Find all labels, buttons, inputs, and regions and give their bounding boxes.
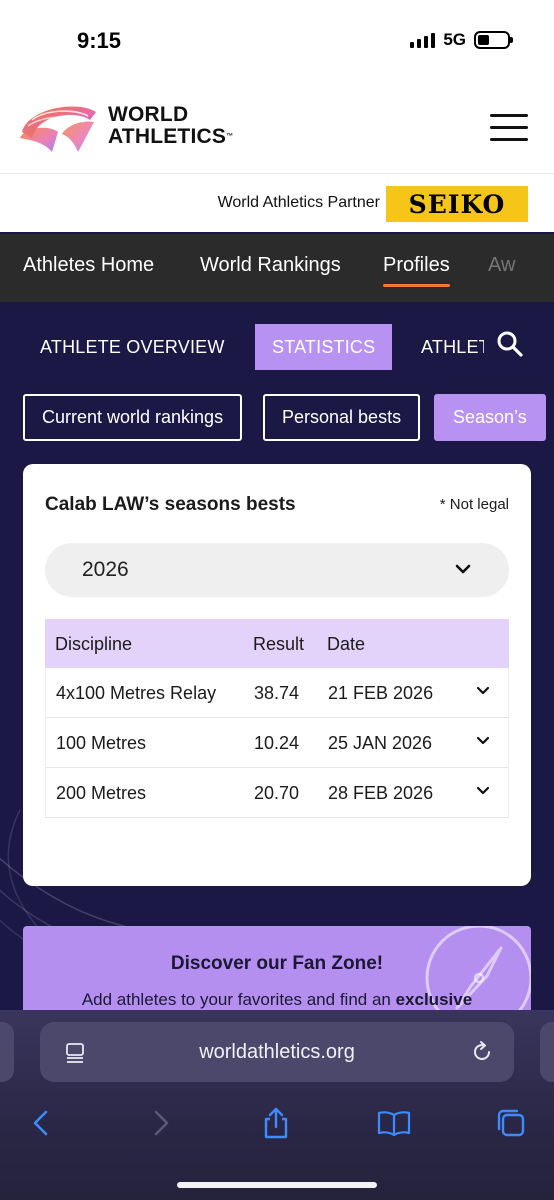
site-header: WORLD ATHLETICS™	[0, 82, 554, 174]
table-row[interactable]: 200 Metres 20.70 28 FEB 2026	[45, 768, 509, 818]
discipline-cell: 200 Metres	[56, 783, 147, 803]
year-value: 2026	[82, 558, 129, 581]
status-indicators: 5G	[410, 30, 513, 50]
tab-athlete-overview[interactable]: ATHLETE OVERVIEW	[23, 324, 242, 370]
address-bar[interactable]: worldathletics.org	[40, 1022, 514, 1082]
forward-icon	[154, 1110, 169, 1136]
card-title: Calab LAW’s seasons bests	[45, 494, 296, 515]
fan-zone-text-bold: exclusive	[395, 990, 473, 1009]
share-icon[interactable]	[259, 1106, 293, 1140]
chevron-down-icon	[455, 564, 471, 574]
status-bar: 9:15 5G	[0, 0, 554, 82]
next-tab-peek[interactable]	[540, 1022, 554, 1082]
back-icon[interactable]	[24, 1106, 58, 1140]
column-header-discipline: Discipline	[55, 634, 133, 654]
menu-hamburger-icon[interactable]	[490, 114, 528, 142]
year-dropdown[interactable]: 2026	[45, 543, 509, 597]
nav-profiles[interactable]: Profiles	[383, 254, 450, 287]
world-athletics-logo-icon[interactable]	[18, 98, 100, 154]
tabs-icon[interactable]	[494, 1106, 528, 1140]
seiko-logo[interactable]: SEIKO	[386, 186, 528, 222]
network-label: 5G	[443, 30, 466, 49]
nav-world-rankings[interactable]: World Rankings	[200, 254, 341, 277]
result-cell: 20.70	[254, 783, 300, 803]
date-cell: 28 FEB 2026	[328, 783, 434, 803]
result-cell: 10.24	[254, 733, 300, 753]
table-row[interactable]: 4x100 Metres Relay 38.74 21 FEB 2026	[45, 668, 509, 718]
result-cell: 38.74	[254, 683, 300, 703]
chevron-down-icon[interactable]	[476, 734, 490, 748]
partner-label: World Athletics Partner	[217, 194, 380, 211]
fan-zone-text-main: Add athletes to your favorites and find …	[81, 990, 391, 1009]
athlete-tabs: ATHLETE OVERVIEW STATISTICS ATHLET	[0, 324, 554, 372]
tab-statistics[interactable]: STATISTICS	[255, 324, 393, 370]
tab-athlete-more[interactable]: ATHLET	[404, 324, 484, 370]
home-indicator	[177, 1182, 377, 1188]
logo-line2: ATHLETICS	[108, 125, 227, 148]
discipline-cell: 4x100 Metres Relay	[56, 683, 217, 703]
bookmarks-icon[interactable]	[377, 1106, 411, 1140]
fan-zone-title: Discover our Fan Zone!	[170, 953, 384, 974]
chip-current-world-rankings[interactable]: Current world rankings	[23, 394, 243, 441]
reload-icon[interactable]	[470, 1040, 494, 1064]
status-time: 9:15	[77, 28, 122, 53]
fan-zone-text: Add athletes to your favorites and find …	[23, 990, 531, 1010]
discipline-cell: 100 Metres	[56, 733, 147, 753]
chip-personal-bests[interactable]: Personal bests	[263, 394, 421, 441]
logo-wordmark[interactable]: WORLD ATHLETICS™	[108, 104, 233, 148]
signal-icon	[410, 32, 436, 48]
not-legal-note: * Not legal	[439, 496, 509, 513]
statistics-filter-chips: Current world rankings Personal bests Se…	[0, 394, 554, 442]
top-navigation: Athletes Home World Rankings Profiles Aw	[0, 234, 554, 302]
battery-icon	[474, 31, 513, 49]
table-header: Discipline Result Date	[45, 619, 509, 668]
search-icon[interactable]	[496, 330, 524, 358]
partner-banner: World Athletics Partner SEIKO	[0, 174, 554, 232]
results-table: Discipline Result Date 4x100 Metres Rela…	[45, 619, 509, 818]
season-bests-card: Calab LAW’s seasons bests * Not legal 20…	[23, 464, 531, 886]
chevron-down-icon[interactable]	[476, 784, 490, 798]
nav-overflow-item[interactable]: Aw	[488, 254, 515, 277]
nav-athletes-home[interactable]: Athletes Home	[23, 254, 154, 277]
browser-toolbar: worldathletics.org	[0, 1010, 554, 1200]
table-row[interactable]: 100 Metres 10.24 25 JAN 2026	[45, 718, 509, 768]
previous-tab-peek[interactable]	[0, 1022, 14, 1082]
logo-trademark: ™	[226, 133, 234, 140]
date-cell: 21 FEB 2026	[328, 683, 434, 703]
chevron-down-icon[interactable]	[476, 684, 490, 698]
column-header-date: Date	[327, 634, 366, 654]
column-header-result: Result	[253, 634, 305, 654]
url-text: worldathletics.org	[199, 1041, 355, 1063]
logo-line1: WORLD	[108, 103, 189, 126]
date-cell: 25 JAN 2026	[328, 733, 433, 753]
chip-seasons-bests[interactable]: Season’s	[434, 394, 546, 441]
